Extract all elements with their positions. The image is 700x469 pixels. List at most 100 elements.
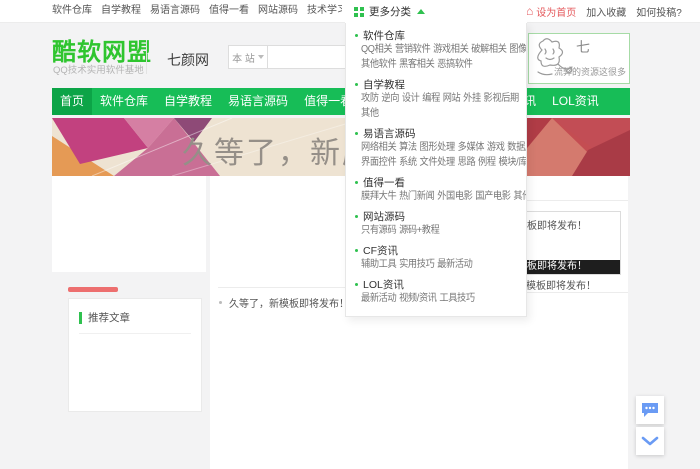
dropdown-link[interactable]: 膜拜大牛 bbox=[361, 189, 396, 204]
dropdown-link[interactable]: 其他 bbox=[361, 106, 379, 121]
promo-character: 七 bbox=[576, 37, 590, 57]
recommended-title-row: 推荐文章 bbox=[79, 310, 191, 325]
dropdown-link[interactable]: QQ相关 bbox=[361, 42, 392, 57]
dropdown-link[interactable]: 多媒体 bbox=[458, 140, 485, 155]
topbar-link[interactable]: 网站源码 bbox=[258, 0, 298, 22]
bullet-icon bbox=[355, 283, 358, 286]
logo-subtitle: QQ技术实用软件基地 bbox=[53, 62, 144, 76]
dropdown-link[interactable]: 设计 bbox=[402, 91, 420, 106]
dropdown-link[interactable]: 影视后期 bbox=[484, 91, 519, 106]
dropdown-section-label: LOL资讯 bbox=[363, 277, 404, 292]
dropdown-link[interactable]: 游戏 bbox=[487, 140, 505, 155]
carousel-indicator bbox=[68, 287, 118, 292]
set-home-link[interactable]: 设为首页 bbox=[536, 4, 576, 19]
dropdown-link[interactable]: 源码+教程 bbox=[399, 223, 439, 238]
nav-item[interactable]: LOL资讯 bbox=[544, 88, 607, 115]
dropdown-link[interactable]: 实用技巧 bbox=[399, 257, 434, 272]
topbar-links: 软件仓库自学教程易语言源码值得一看网站源码技术学习CF资讯LOL资讯 bbox=[52, 0, 342, 22]
bullet-icon bbox=[355, 83, 358, 86]
dropdown-link[interactable]: 思路 bbox=[458, 155, 476, 170]
nav-item[interactable]: 自学教程 bbox=[156, 88, 220, 115]
dropdown-link[interactable]: 工具技巧 bbox=[439, 291, 474, 306]
dropdown-section-title: 自学教程 bbox=[355, 77, 526, 91]
dropdown-section-label: 网站源码 bbox=[363, 209, 405, 224]
caret-up-icon bbox=[417, 9, 425, 14]
dropdown-link[interactable]: 网络相关 bbox=[361, 140, 396, 155]
dropdown-link[interactable]: 外国电影 bbox=[437, 189, 472, 204]
dropdown-link[interactable]: 文件处理 bbox=[420, 155, 455, 170]
nav-item[interactable]: 软件仓库 bbox=[92, 88, 156, 115]
dropdown-link[interactable]: 模块/库 bbox=[498, 155, 527, 170]
how-to-submit-link[interactable]: 如何投稿? bbox=[636, 4, 682, 19]
bullet-icon bbox=[355, 249, 358, 252]
dropdown-section-label: 易语言源码 bbox=[363, 126, 416, 141]
dropdown-link[interactable]: 最新活动 bbox=[361, 291, 396, 306]
search-scope-select[interactable]: 本 站 bbox=[228, 45, 268, 69]
divider bbox=[527, 292, 628, 293]
topbar-link[interactable]: 技术学习 bbox=[307, 0, 342, 22]
article-title: 久等了，新模板即将发布！ bbox=[229, 295, 349, 310]
dropdown-section: 易语言源码网络相关算法图形处理多媒体游戏数据库界面控件系统文件处理思路例程模块/… bbox=[346, 126, 526, 170]
recommended-title: 推荐文章 bbox=[88, 310, 130, 325]
dropdown-section-title: 值得一看 bbox=[355, 175, 526, 189]
dropdown-link[interactable]: 恶搞软件 bbox=[437, 57, 472, 72]
recommended-box: 推荐文章 bbox=[68, 298, 202, 412]
bullet-icon bbox=[355, 34, 358, 37]
divider bbox=[79, 333, 191, 334]
hero-banner[interactable]: 久等了，新版 bbox=[52, 118, 630, 176]
chevron-down-icon bbox=[641, 436, 659, 446]
chat-button[interactable] bbox=[636, 396, 664, 424]
dropdown-link[interactable]: 编程 bbox=[422, 91, 440, 106]
search-scope-label: 本 站 bbox=[232, 50, 255, 65]
dropdown-link[interactable]: 逆向 bbox=[381, 91, 399, 106]
dropdown-link[interactable]: 网站 bbox=[443, 91, 461, 106]
dropdown-link[interactable]: 只有源码 bbox=[361, 223, 396, 238]
dropdown-link[interactable]: 视频/资讯 bbox=[399, 291, 437, 306]
dropdown-link[interactable]: 算法 bbox=[399, 140, 417, 155]
article-list-item[interactable]: 久等了，新模板即将发布！ bbox=[219, 295, 349, 310]
dropdown-link[interactable]: 图形处理 bbox=[420, 140, 455, 155]
dropdown-link[interactable]: 例程 bbox=[478, 155, 496, 170]
bullet-icon bbox=[355, 132, 358, 135]
nav-item[interactable]: 易语言源码 bbox=[220, 88, 296, 115]
dropdown-link[interactable]: 其他影片 bbox=[513, 189, 527, 204]
nav-item[interactable]: 首页 bbox=[52, 88, 92, 115]
dropdown-section-label: CF资讯 bbox=[363, 243, 398, 258]
caret-down-icon bbox=[258, 55, 264, 59]
dropdown-section-title: 网站源码 bbox=[355, 209, 526, 223]
dropdown-link[interactable]: 攻防 bbox=[361, 91, 379, 106]
dropdown-link[interactable]: 辅助工具 bbox=[361, 257, 396, 272]
dropdown-link[interactable]: 外挂 bbox=[463, 91, 481, 106]
dropdown-link-row: 界面控件系统文件处理思路例程模块/库 bbox=[361, 155, 513, 170]
topbar-link[interactable]: 易语言源码 bbox=[150, 0, 200, 22]
dropdown-link[interactable]: 热门新闻 bbox=[399, 189, 434, 204]
dropdown-link-row: QQ相关营销软件游戏相关破解相关图像处理 bbox=[361, 42, 513, 57]
dropdown-section: 网站源码只有源码源码+教程 bbox=[346, 209, 526, 238]
scroll-down-button[interactable] bbox=[636, 427, 664, 455]
dropdown-link-row: 只有源码源码+教程 bbox=[361, 223, 513, 238]
dropdown-link[interactable]: 破解相关 bbox=[471, 42, 506, 57]
topbar-link[interactable]: 值得一看 bbox=[209, 0, 249, 22]
green-bar-icon bbox=[79, 312, 82, 324]
dropdown-link[interactable]: 图像处理 bbox=[509, 42, 527, 57]
dropdown-section: LOL资讯最新活动视频/资讯工具技巧 bbox=[346, 277, 526, 306]
dropdown-link[interactable]: 营销软件 bbox=[395, 42, 430, 57]
dropdown-link[interactable]: 数据库 bbox=[507, 140, 527, 155]
add-favorite-link[interactable]: 加入收藏 bbox=[586, 4, 626, 19]
dropdown-link-row: 最新活动视频/资讯工具技巧 bbox=[361, 291, 513, 306]
dropdown-link[interactable]: 黑客相关 bbox=[399, 57, 434, 72]
site-name: 七颜网 bbox=[167, 50, 209, 70]
dropdown-link[interactable]: 界面控件 bbox=[361, 155, 396, 170]
dropdown-link[interactable]: 最新活动 bbox=[437, 257, 472, 272]
promo-banner[interactable]: 七 流弊的资源这很多 bbox=[528, 33, 630, 84]
dropdown-link[interactable]: 国产电影 bbox=[475, 189, 510, 204]
dropdown-link[interactable]: 游戏相关 bbox=[433, 42, 468, 57]
dropdown-link[interactable]: 系统 bbox=[399, 155, 417, 170]
dropdown-link[interactable]: 其他软件 bbox=[361, 57, 396, 72]
topbar-link[interactable]: 自学教程 bbox=[101, 0, 141, 22]
dropdown-section-label: 软件仓库 bbox=[363, 28, 405, 43]
dropdown-section-label: 自学教程 bbox=[363, 77, 405, 92]
more-categories-button[interactable]: 更多分类 bbox=[345, 0, 527, 23]
chat-icon bbox=[641, 402, 659, 418]
topbar-link[interactable]: 软件仓库 bbox=[52, 0, 92, 22]
